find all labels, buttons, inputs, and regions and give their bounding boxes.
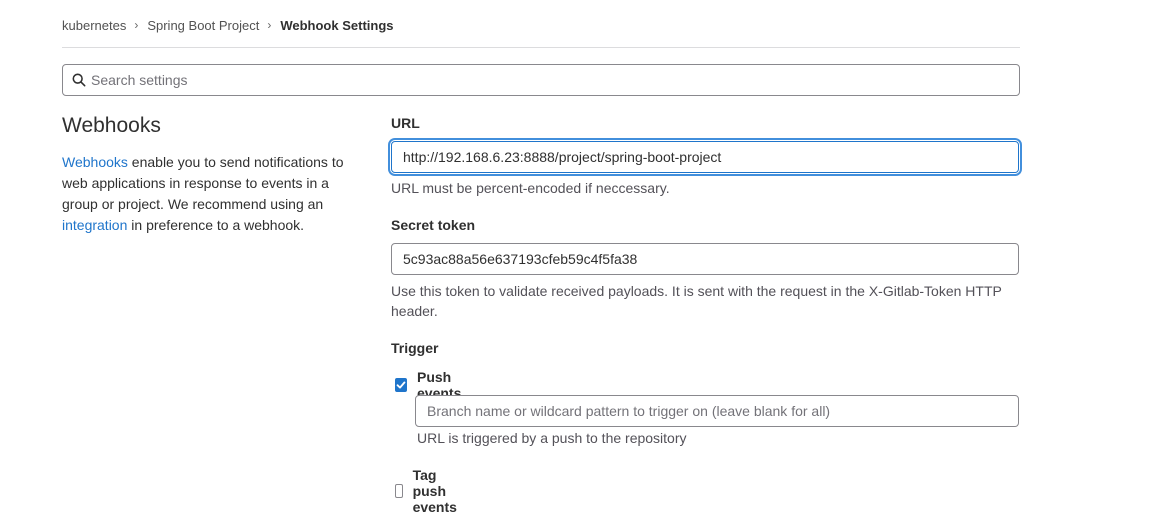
url-label: URL bbox=[391, 115, 420, 131]
section-description: Webhooks enable you to send notification… bbox=[62, 152, 354, 236]
tag-push-events-label[interactable]: Tag push events bbox=[413, 467, 464, 515]
secret-token-input[interactable] bbox=[391, 243, 1019, 275]
tag-push-events-checkbox[interactable] bbox=[395, 484, 403, 498]
checkmark-icon bbox=[396, 381, 406, 389]
breadcrumb-item-kubernetes[interactable]: kubernetes bbox=[62, 18, 126, 33]
breadcrumb: kubernetes › Spring Boot Project › Webho… bbox=[62, 12, 394, 38]
header-divider bbox=[62, 47, 1020, 48]
branch-filter-input[interactable] bbox=[415, 395, 1019, 427]
webhooks-docs-link[interactable]: Webhooks bbox=[62, 154, 128, 170]
breadcrumb-current: Webhook Settings bbox=[280, 17, 394, 33]
url-help-text: URL must be percent-encoded if neccessar… bbox=[391, 180, 670, 196]
url-input[interactable] bbox=[391, 141, 1019, 173]
search-box bbox=[62, 64, 1020, 96]
section-info: Webhooks Webhooks enable you to send not… bbox=[62, 112, 362, 236]
search-input[interactable] bbox=[91, 72, 991, 88]
description-text-end: in preference to a webhook. bbox=[127, 217, 305, 233]
secret-token-label: Secret token bbox=[391, 217, 476, 233]
breadcrumb-separator-icon: › bbox=[134, 18, 139, 32]
trigger-label: Trigger bbox=[391, 340, 439, 356]
integration-link[interactable]: integration bbox=[62, 217, 127, 233]
breadcrumb-item-project[interactable]: Spring Boot Project bbox=[147, 18, 259, 33]
breadcrumb-separator-icon: › bbox=[267, 18, 272, 32]
push-events-checkbox[interactable] bbox=[395, 378, 407, 392]
tag-push-events-row[interactable]: Tag push events bbox=[395, 467, 463, 515]
push-events-help-text: URL is triggered by a push to the reposi… bbox=[417, 430, 687, 446]
search-icon bbox=[71, 72, 87, 88]
section-title: Webhooks bbox=[62, 114, 161, 137]
secret-token-help-text: Use this token to validate received payl… bbox=[391, 283, 1002, 319]
